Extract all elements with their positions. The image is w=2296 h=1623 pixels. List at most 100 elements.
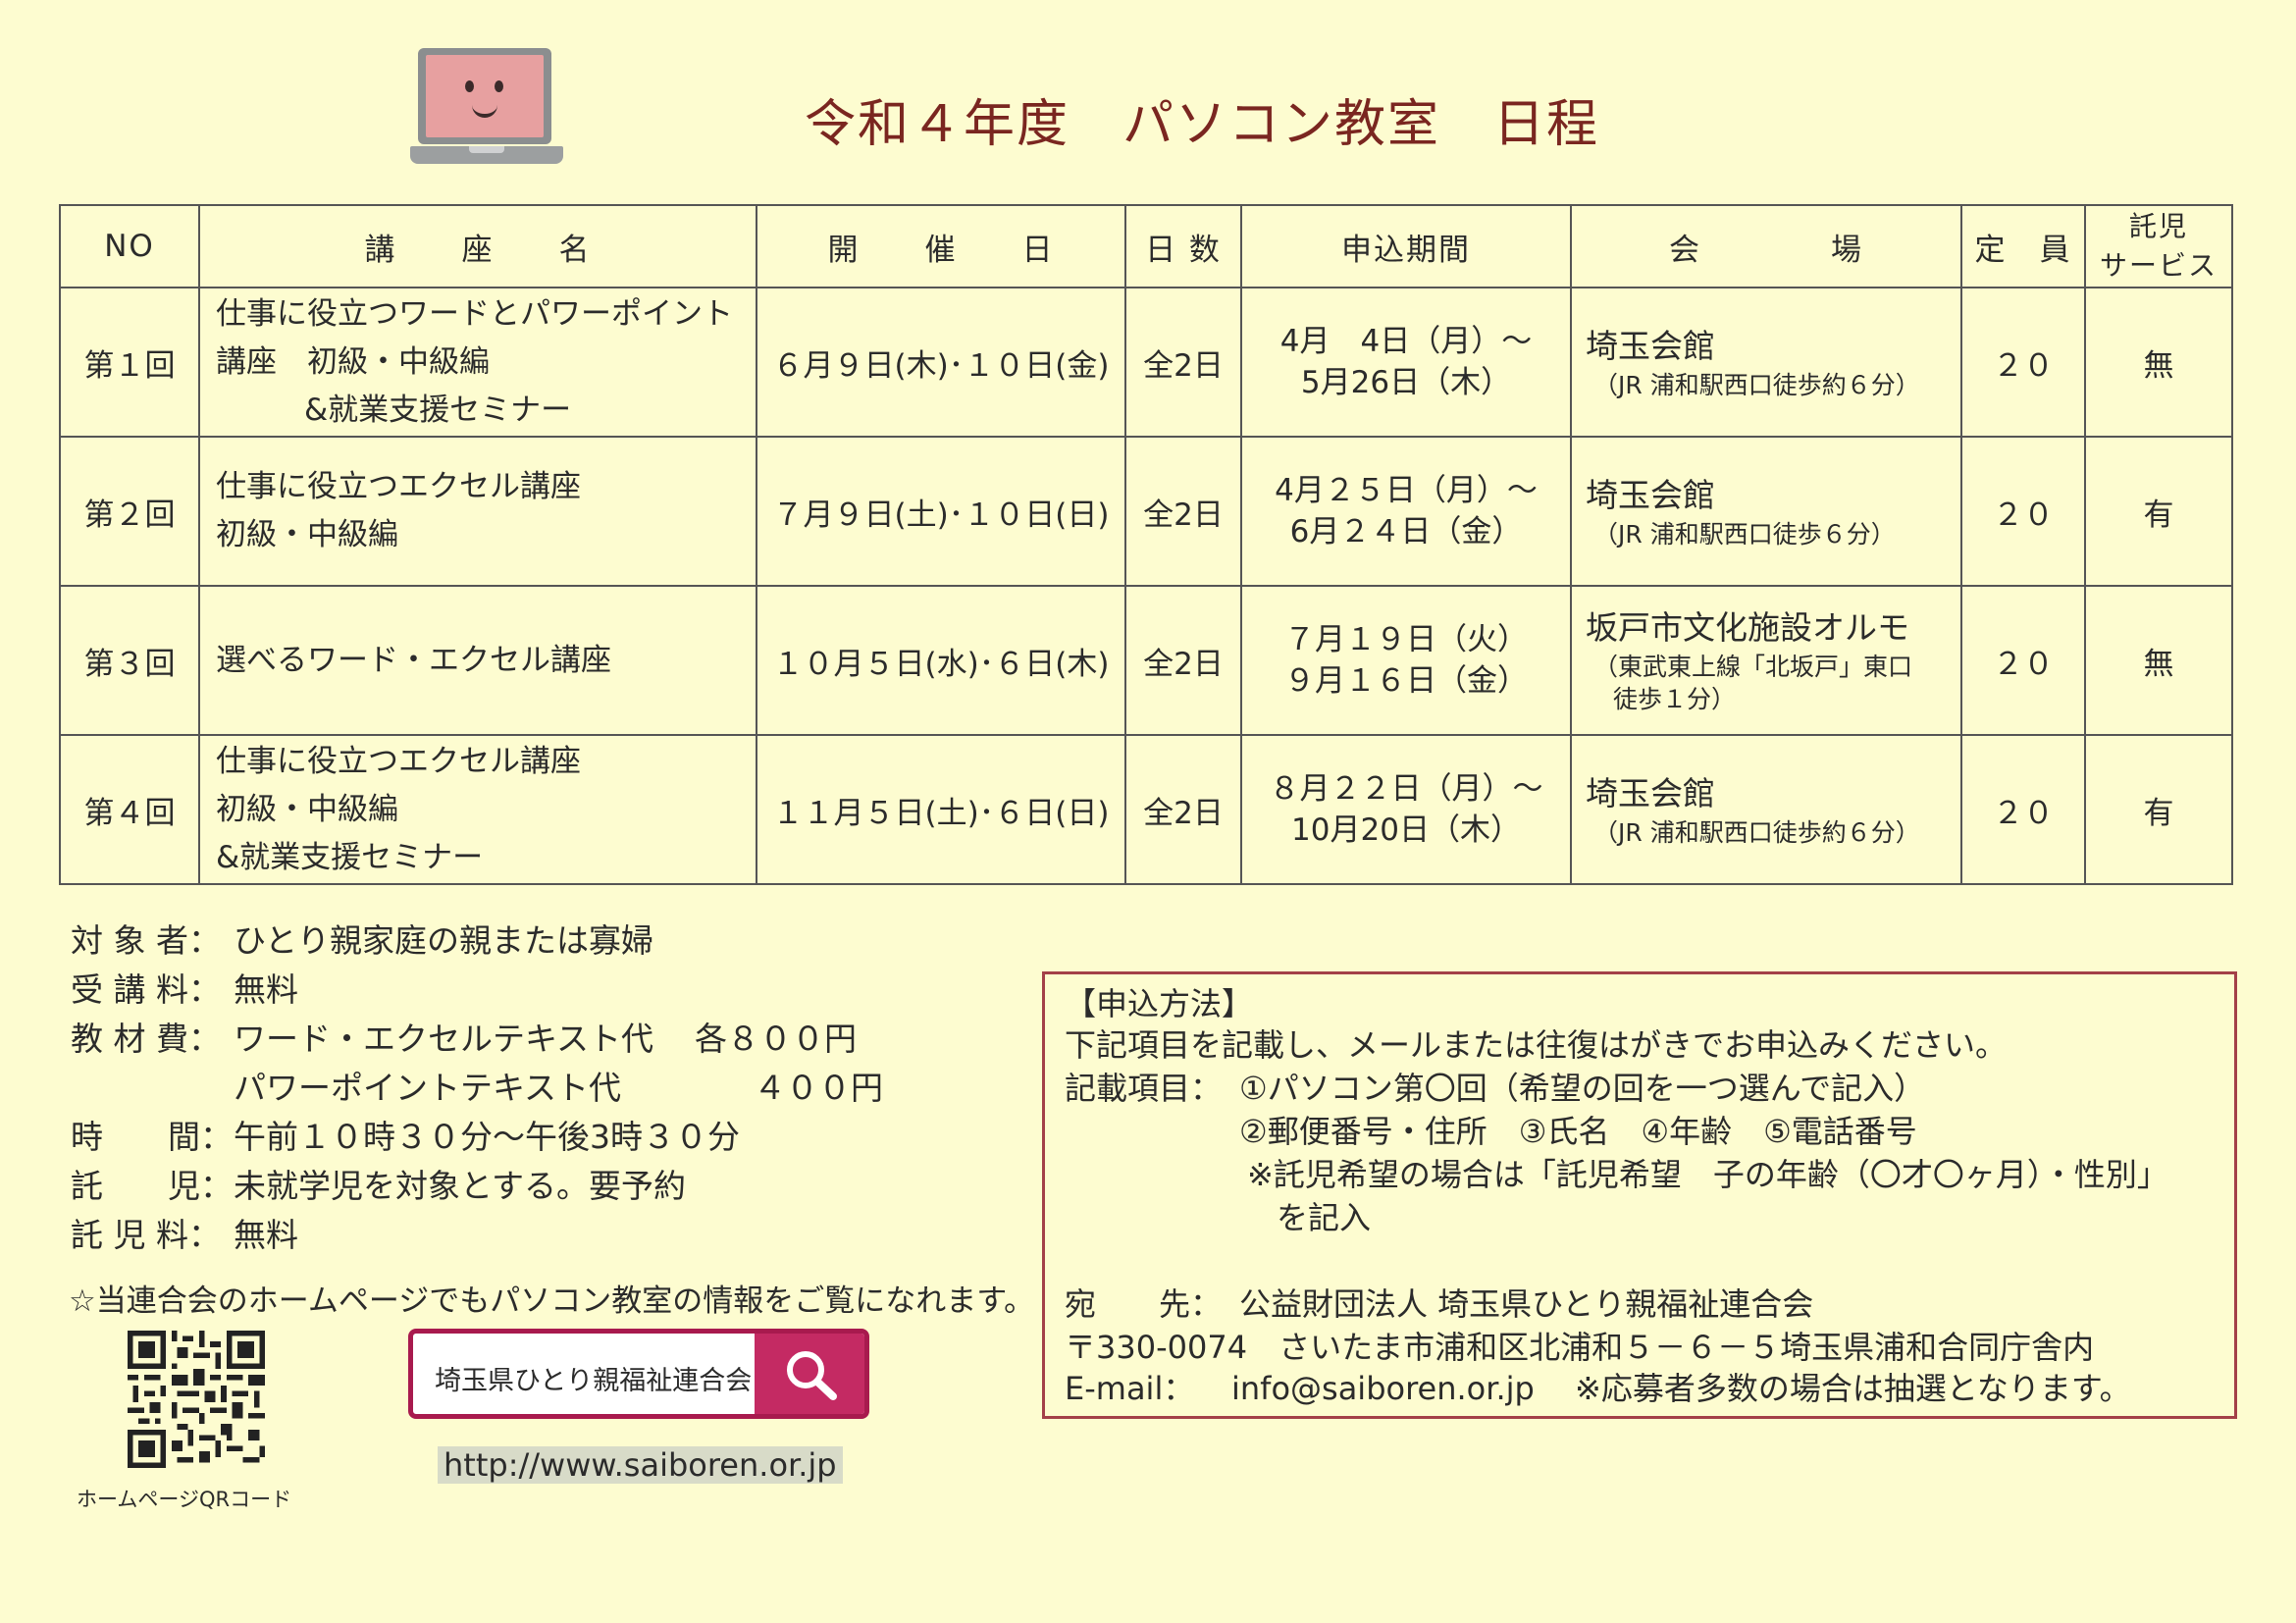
course-days: 全2日 [1124, 287, 1242, 438]
apply-to-label: 宛 先： [1065, 1285, 1223, 1323]
info-price: ４００円 [754, 1069, 883, 1107]
course-name: 仕事に役立つワードとパワーポイント 講座 初級・中級編 &就業支援セミナー [198, 287, 757, 438]
apply-email[interactable]: info@saiboren.or.jp [1231, 1367, 1535, 1410]
course-date: １１月５日(土)･６日(日) [756, 734, 1126, 885]
course-name: 選べるワード・エクセル講座 [198, 585, 757, 736]
venue-name: 埼玉会館 [1586, 326, 1715, 365]
capacity: ２０ [1960, 287, 2086, 438]
apply-heading: 【申込方法】 [1065, 985, 1254, 1022]
course-line: 仕事に役立つワードとパワーポイント [216, 295, 733, 332]
apply-period: 4月 4日（月）～ 5月26日（木） [1240, 287, 1572, 438]
header-course: 講 座 名 [198, 204, 757, 288]
info-value: 未就学児を対象とする。要予約 [234, 1167, 687, 1205]
session-no: 第１回 [59, 287, 200, 438]
course-line: &就業支援セミナー [304, 392, 572, 428]
apply-period: 4月２５日（月）～ 6月２４日（金） [1240, 436, 1572, 587]
info-label: 託 児： [71, 1167, 233, 1205]
apply-instruction: 下記項目を記載し、メールまたは往復はがきでお申込みください。 [1065, 1026, 2008, 1064]
course-line: 選べるワード・エクセル講座 [216, 642, 611, 678]
course-line: 初級・中級編 [216, 517, 398, 552]
header-period: 申込期間 [1240, 204, 1572, 288]
venue: 埼玉会館 （JR 浦和駅西口徒歩６分） [1570, 436, 1962, 587]
session-no: 第２回 [59, 436, 200, 587]
info-label: 対 象 者： [71, 921, 221, 960]
course-name: 仕事に役立つエクセル講座 初級・中級編 [198, 436, 757, 587]
info-material: 教 材 費： ワード・エクセルテキスト代 各８００円 [71, 1015, 883, 1064]
info-fee: 受 講 料： 無料 [71, 966, 883, 1015]
capacity: ２０ [1960, 436, 2086, 587]
venue-name: 埼玉会館 [1586, 475, 1715, 514]
header-childcare-line1: 託児 [2128, 210, 2188, 242]
course-info: 対 象 者： ひとり親家庭の親または寡婦 受 講 料： 無料 教 材 費： ワー… [71, 916, 883, 1260]
venue-access: （JR 浦和駅西口徒歩６分） [1593, 519, 1896, 549]
page-title: 令和４年度 パソコン教室 日程 [805, 95, 1600, 154]
info-value: パワーポイントテキスト代 [234, 1069, 622, 1107]
info-time: 時 間： 午前１０時３０分～午後3時３０分 [71, 1113, 883, 1162]
childcare: 無 [2084, 287, 2233, 438]
apply-period: ８月２２日（月）～ 10月20日（木） [1240, 734, 1572, 885]
course-line: 仕事に役立つエクセル講座 [216, 743, 581, 779]
info-label: 教 材 費： [71, 1020, 221, 1058]
info-material-2: パワーポイントテキスト代 ４００円 [71, 1064, 883, 1113]
qr-label: ホームページQRコード [77, 1488, 292, 1511]
apply-items-label: 記載項目： [1065, 1070, 1223, 1107]
header-date: 開 催 日 [756, 204, 1126, 288]
period-start: ７月１９日（火） [1284, 622, 1528, 657]
course-line: 仕事に役立つエクセル講座 [216, 469, 581, 504]
laptop-icon [410, 44, 563, 174]
course-name: 仕事に役立つエクセル講座 初級・中級編 &就業支援セミナー [198, 734, 757, 885]
table-row: 第２回 仕事に役立つエクセル講座 初級・中級編 ７月９日(土)･１０日(日) 全… [59, 436, 2233, 587]
venue: 坂戸市文化施設オルモ （東武東上線「北坂戸」東口 徒歩１分） [1570, 585, 1962, 736]
period-end: 5月26日（木） [1300, 365, 1512, 400]
period-start: 4月 4日（月）～ [1279, 324, 1533, 359]
apply-note-1: ※託児希望の場合は「託児希望 子の年齢（〇才〇ヶ月）・性別」 [1247, 1156, 2168, 1193]
session-no: 第４回 [59, 734, 200, 885]
period-end: 6月２４日（金） [1289, 514, 1523, 550]
session-no: 第３回 [59, 585, 200, 736]
search-box[interactable]: 埼玉県ひとり親福祉連合会 [408, 1329, 869, 1419]
schedule-table: NO 講 座 名 開 催 日 日 数 申込期間 会 場 定 員 託児 サービス … [59, 204, 2233, 885]
header-no: NO [59, 204, 200, 288]
table-row: 第３回 選べるワード・エクセル講座 １０月５日(水)･６日(木) 全2日 ７月１… [59, 585, 2233, 736]
childcare: 有 [2084, 734, 2233, 885]
info-value: 無料 [234, 1216, 298, 1254]
apply-lottery-note: ※応募者多数の場合は抽選となります。 [1575, 1370, 2131, 1407]
venue: 埼玉会館 （JR 浦和駅西口徒歩約６分） [1570, 734, 1962, 885]
header-venue: 会 場 [1570, 204, 1962, 288]
venue-name: 埼玉会館 [1586, 773, 1715, 812]
capacity: ２０ [1960, 734, 2086, 885]
apply-item-2: ②郵便番号・住所 ③氏名 ④年齢 ⑤電話番号 [1239, 1113, 1917, 1150]
header-days: 日 数 [1124, 204, 1242, 288]
application-box: 【申込方法】 下記項目を記載し、メールまたは往復はがきでお申込みください。 記載… [1042, 971, 2237, 1419]
info-value: ひとり親家庭の親または寡婦 [234, 921, 654, 960]
header-childcare: 託児 サービス [2084, 204, 2233, 288]
header-childcare-line2: サービス [2099, 249, 2218, 282]
venue-access: （東武東上線「北坂戸」東口 [1593, 653, 1913, 681]
apply-item-1: ①パソコン第〇回（希望の回を一つ選んで記入） [1239, 1070, 1926, 1107]
qr-code-icon[interactable] [128, 1331, 265, 1468]
venue-name: 坂戸市文化施設オルモ [1586, 608, 1909, 647]
childcare: 有 [2084, 436, 2233, 587]
course-line: &就業支援セミナー [216, 839, 484, 875]
search-icon [787, 1351, 837, 1400]
apply-to: 公益財団法人 埼玉県ひとり親福祉連合会 [1239, 1285, 1814, 1323]
table-row: 第４回 仕事に役立つエクセル講座 初級・中級編 &就業支援セミナー １１月５日(… [59, 734, 2233, 885]
capacity: ２０ [1960, 585, 2086, 736]
info-childcare-fee: 託 児 料： 無料 [71, 1211, 883, 1260]
homepage-url-link[interactable]: http://www.saiboren.or.jp [438, 1446, 843, 1484]
search-button[interactable] [755, 1334, 864, 1414]
period-end: ９月１６日（金） [1284, 663, 1528, 699]
info-target: 対 象 者： ひとり親家庭の親または寡婦 [71, 916, 883, 966]
header-capacity: 定 員 [1960, 204, 2086, 288]
table-header-row: NO 講 座 名 開 催 日 日 数 申込期間 会 場 定 員 託児 サービス [59, 204, 2233, 288]
venue-access: （JR 浦和駅西口徒歩約６分） [1593, 817, 1920, 847]
info-value: 午前１０時３０分～午後3時３０分 [234, 1118, 740, 1156]
course-days: 全2日 [1124, 734, 1242, 885]
apply-period: ７月１９日（火） ９月１６日（金） [1240, 585, 1572, 736]
info-label: 託 児 料： [71, 1216, 221, 1254]
course-days: 全2日 [1124, 436, 1242, 587]
info-value: 無料 [234, 970, 298, 1009]
venue: 埼玉会館 （JR 浦和駅西口徒歩約６分） [1570, 287, 1962, 438]
course-date: １０月５日(水)･６日(木) [756, 585, 1126, 736]
course-line: 初級・中級編 [216, 791, 398, 827]
